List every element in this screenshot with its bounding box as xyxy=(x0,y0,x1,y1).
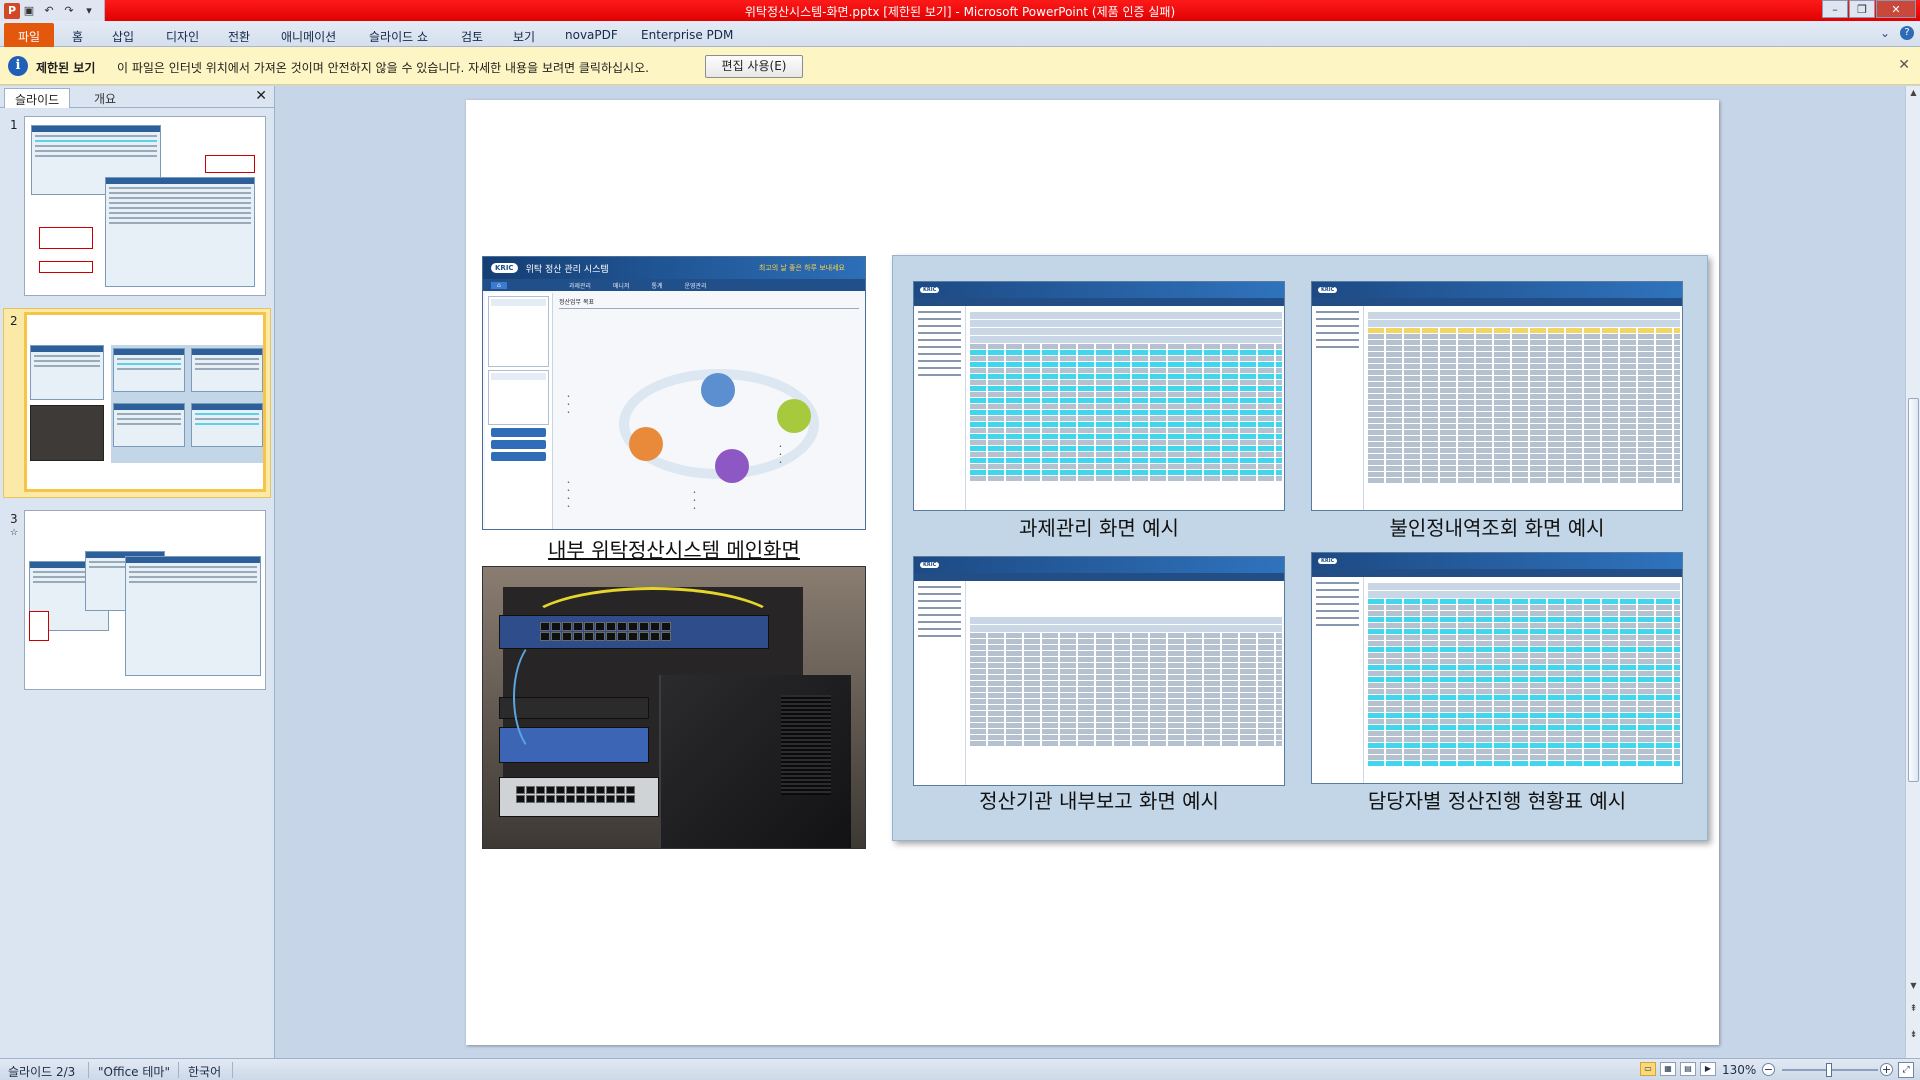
slide-number: 3 xyxy=(10,512,18,526)
slides-pane: 슬라이드 개요 ✕ 1 2 3 ☆ xyxy=(0,86,275,1058)
caption-disallowed-items: 불인정내역조회 화면 예시 xyxy=(1389,516,1605,540)
caption-progress-status: 담당자별 정산진행 현황표 예시 xyxy=(1367,789,1627,813)
redo-icon[interactable]: ↷ xyxy=(60,3,78,19)
powerpoint-logo-icon[interactable]: P xyxy=(4,2,20,19)
tab-home[interactable]: 홈 xyxy=(72,24,83,46)
scroll-down-icon[interactable]: ▼ xyxy=(1907,981,1920,995)
ribbon-tabs: 파일 홈 삽입 디자인 전환 애니메이션 슬라이드 쇼 검토 보기 novaPD… xyxy=(0,21,1920,47)
undo-icon[interactable]: ↶ xyxy=(40,3,58,19)
slide-preview[interactable] xyxy=(24,510,266,690)
protected-view-title: 제한된 보기 xyxy=(36,61,96,75)
theme-name: "Office 테마" xyxy=(98,1065,170,1079)
protected-view-bar: i 제한된 보기 이 파일은 인터넷 위치에서 가져온 것이며 안전하지 않을 … xyxy=(0,47,1920,85)
animation-star-icon: ☆ xyxy=(10,528,19,538)
nav-item: 운영관리 xyxy=(684,282,707,290)
slide-preview[interactable] xyxy=(24,116,266,296)
tab-outline[interactable]: 개요 xyxy=(84,88,126,108)
maximize-icon[interactable]: ❐ xyxy=(1849,0,1875,18)
language-indicator[interactable]: 한국어 xyxy=(188,1063,221,1080)
ribbon-collapse-icon[interactable]: ⌄ xyxy=(1880,26,1890,40)
protected-view-message[interactable]: 이 파일은 인터넷 위치에서 가져온 것이며 안전하지 않을 수 있습니다. 자… xyxy=(117,59,649,76)
server-equipment-photo xyxy=(482,566,866,849)
slide-position: 슬라이드 2/3 xyxy=(8,1065,76,1079)
progress-status-screenshot: KRIC xyxy=(1311,552,1683,784)
nav-item: 매니저 xyxy=(612,282,630,290)
zoom-level[interactable]: 130% xyxy=(1722,1063,1756,1077)
system-title: 위탁 정산 관리 시스템 xyxy=(525,264,609,275)
section-title: 정산업무 목표 xyxy=(559,293,859,309)
slide-preview[interactable] xyxy=(24,312,266,492)
zoom-slider-knob[interactable] xyxy=(1826,1063,1832,1077)
tab-insert[interactable]: 삽입 xyxy=(112,24,134,46)
close-infobar-icon[interactable]: ✕ xyxy=(1898,57,1910,73)
tab-design[interactable]: 디자인 xyxy=(166,24,199,46)
main-screen-sidebar xyxy=(485,293,553,529)
normal-view-icon[interactable]: ▭ xyxy=(1640,1062,1656,1076)
zoom-out-icon[interactable]: − xyxy=(1762,1063,1775,1076)
help-icon[interactable]: ? xyxy=(1900,26,1914,40)
disallowed-items-screenshot: KRIC xyxy=(1311,281,1683,511)
main-screen-screenshot: KRIC 위탁 정산 관리 시스템 최고의 날 좋은 하루 보내세요 ⌂ 과제관… xyxy=(482,256,866,530)
tab-slideshow[interactable]: 슬라이드 쇼 xyxy=(369,24,428,46)
tab-novapdf[interactable]: novaPDF xyxy=(565,24,618,46)
next-slide-icon[interactable]: ⇟ xyxy=(1907,1030,1920,1040)
slide-number: 1 xyxy=(10,118,18,132)
nav-item: 통계 xyxy=(651,282,663,290)
quick-access-toolbar: P ▣ ↶ ↷ ▾ xyxy=(0,0,105,21)
window-title: 위탁정산시스템-화면.pptx [제한된 보기] - Microsoft Pow… xyxy=(744,5,1176,19)
close-icon[interactable]: ✕ xyxy=(1876,0,1916,18)
slide-number: 2 xyxy=(10,314,18,328)
tab-view[interactable]: 보기 xyxy=(513,24,535,46)
previous-slide-icon[interactable]: ⇞ xyxy=(1907,1004,1920,1014)
caption-main-screen: 내부 위탁정산시스템 메인화면 xyxy=(548,538,800,562)
fit-to-window-icon[interactable]: ⤢ xyxy=(1898,1062,1914,1078)
enable-editing-button[interactable]: 편집 사용(E) xyxy=(705,55,803,78)
tab-slides[interactable]: 슬라이드 xyxy=(4,88,71,108)
nav-item: 과제관리 xyxy=(568,282,591,290)
close-pane-icon[interactable]: ✕ xyxy=(255,88,267,104)
minimize-icon[interactable]: – xyxy=(1822,0,1848,18)
slide-canvas: KRIC 위탁 정산 관리 시스템 최고의 날 좋은 하루 보내세요 ⌂ 과제관… xyxy=(281,86,1905,1058)
slideshow-view-icon[interactable]: ▶ xyxy=(1700,1062,1716,1076)
screenshots-group: KRIC 과제관리 화면 예시 KRIC 불인정내역조회 화면 예시 KRIC … xyxy=(892,255,1708,841)
slide-sorter-icon[interactable]: ▦ xyxy=(1660,1062,1676,1076)
save-icon[interactable]: ▣ xyxy=(20,3,38,19)
tab-review[interactable]: 검토 xyxy=(461,24,483,46)
main-screen-content: 정산업무 목표 • • • • • • • • • • • • • xyxy=(559,293,859,529)
internal-report-screenshot: KRIC xyxy=(913,556,1285,786)
caption-project-management: 과제관리 화면 예시 xyxy=(1019,516,1179,540)
tab-file[interactable]: 파일 xyxy=(4,23,54,47)
info-icon: i xyxy=(8,56,28,76)
title-bar: 위탁정산시스템-화면.pptx [제한된 보기] - Microsoft Pow… xyxy=(0,0,1920,21)
project-management-screenshot: KRIC xyxy=(913,281,1285,511)
status-bar: 슬라이드 2/3 "Office 테마" 한국어 ▭ ▦ ▤ ▶ 130% − … xyxy=(0,1058,1920,1080)
company-logo-icon: KRIC xyxy=(491,263,518,273)
scrollbar-thumb[interactable] xyxy=(1908,398,1919,782)
reading-view-icon[interactable]: ▤ xyxy=(1680,1062,1696,1076)
vertical-scrollbar[interactable]: ▲ ▼ ⇞ ⇟ xyxy=(1905,86,1920,1058)
tab-animations[interactable]: 애니메이션 xyxy=(281,24,336,46)
caption-internal-report: 정산기관 내부보고 화면 예시 xyxy=(979,789,1219,813)
zoom-in-icon[interactable]: + xyxy=(1880,1063,1893,1076)
tab-transitions[interactable]: 전환 xyxy=(228,24,250,46)
slide-2[interactable]: KRIC 위탁 정산 관리 시스템 최고의 날 좋은 하루 보내세요 ⌂ 과제관… xyxy=(466,100,1719,1045)
tab-enterprise-pdm[interactable]: Enterprise PDM xyxy=(641,24,733,46)
customize-qat-icon[interactable]: ▾ xyxy=(80,3,98,19)
scroll-up-icon[interactable]: ▲ xyxy=(1907,88,1920,102)
header-slogan: 최고의 날 좋은 하루 보내세요 xyxy=(758,264,845,272)
home-icon: ⌂ xyxy=(491,281,507,289)
